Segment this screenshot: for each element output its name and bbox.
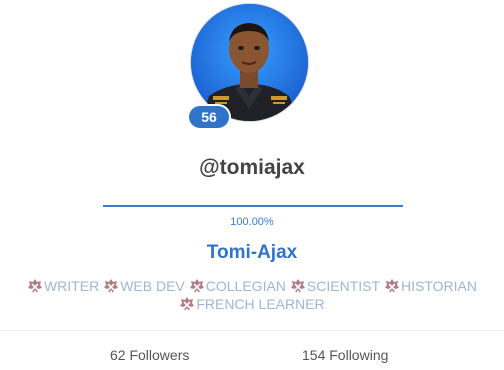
tag-label: FRENCH LEARNER [196,296,325,312]
badge-icon [385,279,400,293]
tag-label: WEB DEV [120,278,185,294]
tag-label: HISTORIAN [401,278,478,294]
badge-icon [290,279,305,293]
avatar[interactable] [191,4,308,121]
tag-item: SCIENTIST [290,277,380,295]
following-count[interactable]: 154 Following [302,347,388,363]
badge-icon [189,279,204,293]
progress-fill [103,205,403,207]
badge-icon [180,297,195,311]
tag-label: COLLEGIAN [205,278,286,294]
tag-list: WRITER WEB DEV COLLEGIAN SCIENTIST HISTORIAN… [0,277,504,313]
tag-item: WRITER [27,277,99,295]
divider [0,330,504,331]
tag-label: SCIENTIST [306,278,381,294]
tag-item: FRENCH LEARNER [179,295,325,313]
avatar-image [191,4,308,121]
profile-card: 56 @tomiajax 100.00% Tomi-Ajax WRITER WEB… [0,0,504,370]
followers-count[interactable]: 62 Followers [110,347,189,363]
progress-label: 100.00% [230,216,274,228]
tag-label: WRITER [43,278,100,294]
tag-item: COLLEGIAN [189,277,286,295]
progress-bar [103,205,403,207]
level-badge: 56 [189,106,229,128]
display-name[interactable]: Tomi-Ajax [0,242,504,264]
badge-icon [104,279,119,293]
badge-icon [27,279,42,293]
tag-item: HISTORIAN [384,277,477,295]
tag-item: WEB DEV [103,277,185,295]
username: @tomiajax [199,156,305,179]
